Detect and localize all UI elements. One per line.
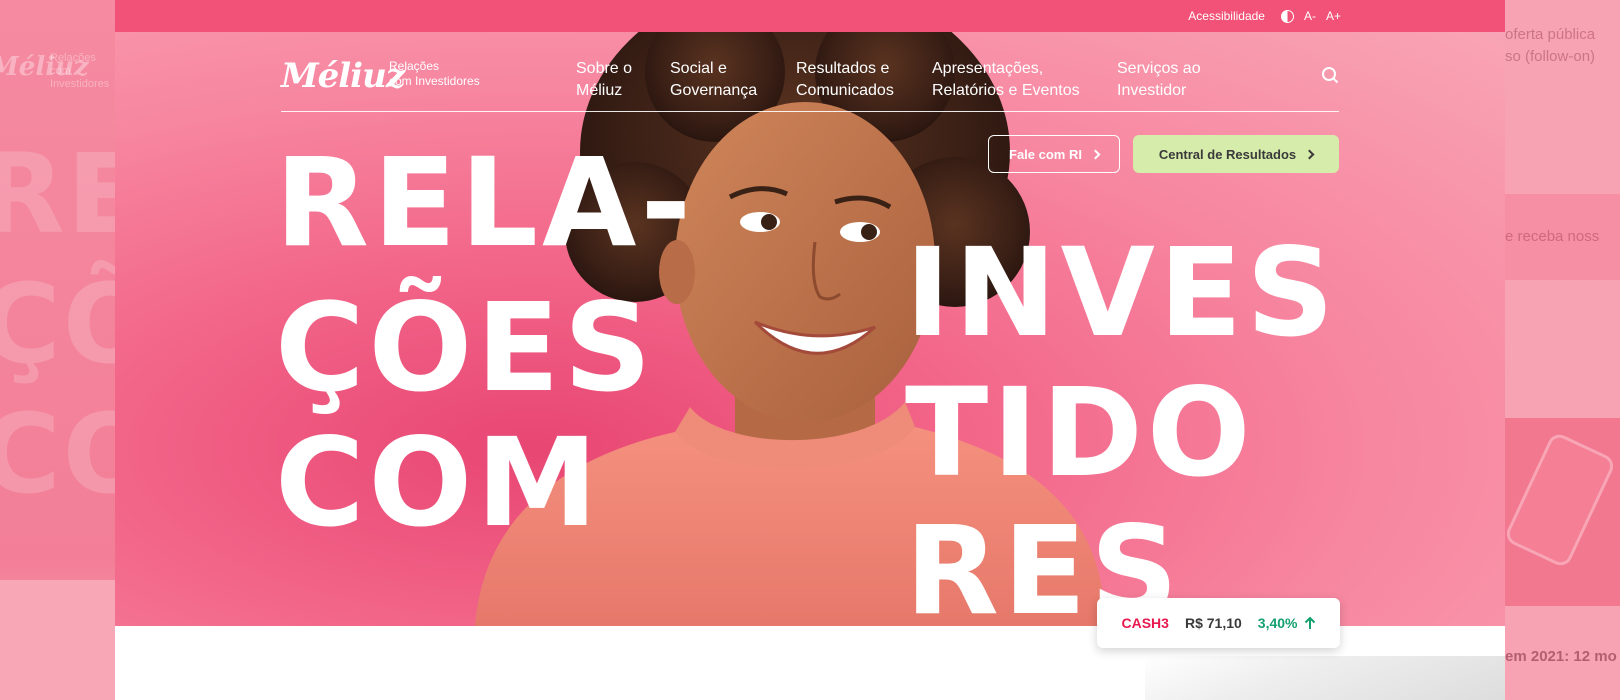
accessibility-bar: Acessibilidade A- A+ xyxy=(115,0,1505,32)
stock-ticker: CASH3 R$ 71,10 3,40% xyxy=(1097,598,1340,648)
logo-subtitle-line1: Relações xyxy=(389,59,440,73)
ghost-text: e receba noss xyxy=(1505,228,1600,245)
contact-ri-label: Fale com RI xyxy=(1009,146,1082,162)
nav-item-line1: Apresentações, xyxy=(932,60,1044,77)
chevron-right-icon xyxy=(1304,149,1315,159)
ghost-text: em 2021: 12 mo xyxy=(1505,648,1617,665)
chevron-right-icon xyxy=(1090,149,1101,159)
hero-title-word: RELA- xyxy=(275,132,696,274)
nav-item-line2: Méliuz xyxy=(576,82,623,99)
logo-subtitle: Relações com Investidores xyxy=(389,59,480,89)
meliuz-logo[interactable]: Méliuz xyxy=(281,56,405,96)
nav-item-sobre[interactable]: Sobre o Méliuz xyxy=(576,58,632,102)
hero-title-word: ÇÕES xyxy=(275,277,656,419)
nav-item-line2: Investidor xyxy=(1117,82,1187,99)
nav-item-line1: Social e xyxy=(670,60,727,77)
main-navigation: Méliuz Relações com Investidores Sobre o… xyxy=(281,50,1339,112)
ghost-block xyxy=(0,580,115,700)
ticker-symbol: CASH3 xyxy=(1121,615,1169,631)
search-icon[interactable] xyxy=(1321,66,1339,84)
contrast-icon[interactable] xyxy=(1280,9,1294,23)
nav-item-line2: Comunicados xyxy=(796,82,894,99)
content-image xyxy=(1145,656,1505,700)
main-page: Acessibilidade A- A+ Méliuz Relações com… xyxy=(115,0,1505,700)
font-decrease-button[interactable]: A- xyxy=(1304,9,1316,23)
ghost-word: RE xyxy=(0,130,115,258)
contact-ri-button[interactable]: Fale com RI xyxy=(988,135,1120,173)
nav-item-line2: Relatórios e Eventos xyxy=(932,82,1080,99)
ghost-logo-sub: Relações com Investidores xyxy=(50,52,110,90)
ticker-change: 3,40% xyxy=(1258,615,1316,631)
ticker-price: R$ 71,10 xyxy=(1184,615,1242,631)
ghost-text: so (follow-on) xyxy=(1505,48,1596,65)
ghost-word: CO xyxy=(0,390,115,518)
hero-banner: Méliuz Relações com Investidores Sobre o… xyxy=(115,32,1505,626)
logo-subtitle-line2: com Investidores xyxy=(389,74,480,88)
accessibility-label: Acessibilidade xyxy=(1188,9,1265,23)
font-increase-button[interactable]: A+ xyxy=(1326,9,1341,23)
hero-title-word: INVES xyxy=(905,222,1339,364)
nav-item-line2: Governança xyxy=(670,82,758,99)
ghost-text: oferta pública xyxy=(1505,26,1596,43)
nav-item-line1: Resultados e xyxy=(796,60,890,77)
nav-item-line1: Serviços ao xyxy=(1117,60,1201,77)
nav-item-social-governanca[interactable]: Social e Governança xyxy=(670,58,757,102)
results-center-label: Central de Resultados xyxy=(1158,146,1297,162)
arrow-up-icon xyxy=(1304,616,1315,629)
ghost-word: ÇÕ xyxy=(0,260,115,388)
results-center-button[interactable]: Central de Resultados xyxy=(1133,135,1339,173)
nav-item-servicos[interactable]: Serviços ao Investidor xyxy=(1117,58,1201,102)
hero-title-word: COM xyxy=(275,412,602,554)
background-right-panel: oferta pública so (follow-on) e receba n… xyxy=(1505,0,1620,700)
hero-title-word: TIDO xyxy=(905,362,1255,504)
nav-item-apresentacoes[interactable]: Apresentações, Relatórios e Eventos xyxy=(932,58,1080,102)
background-left-panel: Méliuz Relações com Investidores RE ÇÕ C… xyxy=(0,0,115,700)
nav-item-line1: Sobre o xyxy=(576,60,633,77)
nav-item-resultados[interactable]: Resultados e Comunicados xyxy=(796,58,894,102)
ticker-change-value: 3,40% xyxy=(1257,615,1298,631)
